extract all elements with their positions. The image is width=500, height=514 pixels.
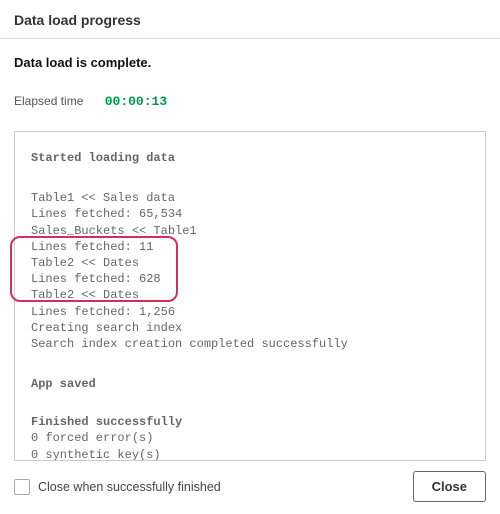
load-complete-message: Data load is complete. <box>14 55 486 70</box>
close-on-finish-checkbox[interactable]: Close when successfully finished <box>14 479 221 495</box>
elapsed-row: Elapsed time 00:00:13 <box>14 94 486 109</box>
log-panel: Started loading data Table1 << Sales dat… <box>14 131 486 461</box>
log-start-heading: Started loading data <box>31 150 469 166</box>
log-line: Search index creation completed successf… <box>31 336 469 352</box>
log-line: Lines fetched: 11 <box>31 239 469 255</box>
log-line: Table2 << Dates <box>31 287 469 303</box>
log-line: Table2 << Dates <box>31 255 469 271</box>
dialog-title: Data load progress <box>0 0 500 39</box>
close-button[interactable]: Close <box>413 471 486 502</box>
log-saved-heading: App saved <box>31 376 469 392</box>
log-line: Creating search index <box>31 320 469 336</box>
checkbox-icon <box>14 479 30 495</box>
checkbox-label: Close when successfully finished <box>38 480 221 494</box>
log-synthetic-keys: 0 synthetic key(s) <box>31 447 469 461</box>
elapsed-label: Elapsed time <box>14 94 83 108</box>
log-line: Lines fetched: 65,534 <box>31 206 469 222</box>
log-finished-heading: Finished successfully <box>31 414 469 430</box>
elapsed-time-value: 00:00:13 <box>105 94 167 109</box>
log-forced-errors: 0 forced error(s) <box>31 430 469 446</box>
status-area: Data load is complete. Elapsed time 00:0… <box>0 39 500 131</box>
log-line: Sales_Buckets << Table1 <box>31 223 469 239</box>
log-line: Lines fetched: 1,256 <box>31 304 469 320</box>
log-line: Lines fetched: 628 <box>31 271 469 287</box>
dialog-footer: Close when successfully finished Close <box>0 461 500 514</box>
log-line: Table1 << Sales data <box>31 190 469 206</box>
